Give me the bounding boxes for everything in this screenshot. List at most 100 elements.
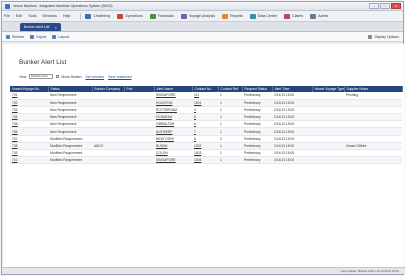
table-cell[interactable]: 1004 <box>192 156 218 165</box>
table-cell <box>92 135 124 143</box>
table-cell: New Requirement <box>48 92 92 100</box>
table-cell[interactable]: HOUSTON <box>154 99 192 107</box>
menu-help[interactable]: Help <box>63 14 70 18</box>
module-financials[interactable]: Financials <box>149 13 174 19</box>
close-tab-icon[interactable]: × <box>54 25 56 30</box>
table-cell: 1 <box>218 99 242 107</box>
menu-tools[interactable]: Tools <box>28 14 36 18</box>
table-cell: 1 <box>218 127 242 136</box>
table-cell[interactable]: 708 <box>10 142 48 151</box>
table-cell[interactable]: 710 <box>10 156 48 165</box>
tab-bunker-alert-list[interactable]: Bunker Alert List × <box>20 23 61 31</box>
table-cell: New Requirement <box>48 113 92 122</box>
module-voyage-analysis[interactable]: Voyage Analysis <box>180 13 216 19</box>
table-row[interactable]: 703 New Requirement ROTTERDAM 4 1 Preliminary… <box>10 106 402 115</box>
table-cell[interactable]: 703 <box>10 106 48 115</box>
table-cell: New Requirement <box>48 127 92 136</box>
table-row[interactable]: 701 New Requirement SINGAPORE 111 1 Prelimina… <box>10 92 402 100</box>
table-cell[interactable]: 4 <box>192 106 218 115</box>
table-cell: 2/14/13 15:00 <box>272 92 312 100</box>
layout-button[interactable]: Layout <box>52 34 69 39</box>
module-admin[interactable]: Admin <box>310 13 329 19</box>
module-label: Admin <box>318 14 329 18</box>
table-cell[interactable]: 707 <box>10 135 48 143</box>
module-reports[interactable]: Reports <box>222 13 243 19</box>
refresh-button[interactable]: Refresh <box>6 34 24 39</box>
module-data-center[interactable]: Data Center <box>249 13 277 19</box>
show-hidden-checkbox[interactable] <box>56 75 60 78</box>
table-cell <box>124 120 154 129</box>
table-cell: Preliminary <box>242 142 272 151</box>
table-row[interactable]: 710 Modified Requirement SINGAPORE 1004 1 Pre… <box>10 156 402 165</box>
table-cell[interactable]: 706 <box>10 127 48 136</box>
table-cell: Modified Requirement <box>48 149 92 158</box>
table-cell[interactable]: SINGAPORE <box>154 92 192 100</box>
table-cell <box>124 149 154 158</box>
table-cell: 2/14/13 15:00 <box>272 120 312 129</box>
table-cell[interactable]: COLON <box>154 149 192 158</box>
table-cell[interactable]: 702 <box>10 99 48 107</box>
module-label: Voyage Analysis <box>188 14 216 18</box>
table-cell: Modified Requirement <box>48 135 92 143</box>
table-cell <box>312 156 344 165</box>
table-cell[interactable]: 1001 <box>192 99 218 107</box>
module-chartering[interactable]: Chartering <box>85 13 110 19</box>
table-cell[interactable]: 709 <box>10 149 48 158</box>
set-columns-link[interactable]: Set columns <box>85 75 104 79</box>
view-select[interactable]: Default view <box>29 74 54 79</box>
table-cell[interactable]: GIBRALTAR <box>154 120 192 129</box>
display-options-button[interactable]: Display Options <box>368 34 399 39</box>
menu-file[interactable]: File <box>4 14 10 18</box>
table-cell[interactable]: 7 <box>192 127 218 136</box>
table-cell: ABCO <box>92 142 124 151</box>
save-advanced-link[interactable]: Save advanced <box>108 75 131 79</box>
table-row[interactable]: 706 New Requirement ANTWERP 7 1 Preliminary 2/… <box>10 127 402 136</box>
table-cell[interactable]: ANTWERP <box>154 127 192 136</box>
table-cell[interactable]: 5 <box>192 113 218 122</box>
toolbar: Refresh Export Layout Display Options <box>2 32 403 42</box>
table-cell[interactable]: BUSAN <box>154 142 192 151</box>
table-row[interactable]: 708 Modified Requirement ABCO BUSAN 1002 1 Pre… <box>10 142 402 151</box>
table-cell: Preliminary <box>242 92 272 100</box>
table-cell[interactable]: 701 <box>10 92 48 100</box>
chartering-icon <box>85 13 92 19</box>
module-label: Claims <box>292 14 304 18</box>
table-cell: Modified Requirement <box>48 142 92 151</box>
maximize-icon[interactable]: □ <box>380 3 390 9</box>
table-cell: 2/14/13 15:00 <box>272 142 312 151</box>
table-cell: 2/14/13 15:00 <box>272 106 312 115</box>
module-label: Reports <box>230 14 243 18</box>
table-cell: Modified Requirement <box>48 156 92 165</box>
table-row[interactable]: 705 New Requirement GIBRALTAR 6 1 Preliminary… <box>10 120 402 129</box>
data-center-icon <box>249 13 256 19</box>
menu-edit[interactable]: Edit <box>16 14 22 18</box>
table-cell <box>344 99 402 107</box>
table-row[interactable]: 704 New Requirement FUJAIRAH 5 1 Preliminary 2… <box>10 113 402 122</box>
status-bar: Last update: Bunker Alert List 2/14/13 1… <box>2 267 405 274</box>
table-cell[interactable]: 6 <box>192 120 218 129</box>
menu-windows[interactable]: Windows <box>42 14 57 18</box>
table-cell[interactable]: 704 <box>10 113 48 122</box>
table-cell[interactable]: 111 <box>192 92 218 100</box>
module-operations[interactable]: Operations <box>117 13 143 19</box>
view-label: View <box>19 74 27 79</box>
table-cell[interactable]: NEW YORK <box>154 135 192 143</box>
table-cell[interactable]: SINGAPORE <box>154 156 192 165</box>
close-icon[interactable]: × <box>391 3 401 9</box>
table-row[interactable]: 707 Modified Requirement NEW YORK 8 1 Prelimi… <box>10 135 402 143</box>
table-cell[interactable]: 1003 <box>192 149 218 158</box>
table-row[interactable]: 702 New Requirement HOUSTON 1001 1 Preliminar… <box>10 99 402 107</box>
table-cell <box>344 120 402 129</box>
table-cell <box>312 106 344 115</box>
table-row[interactable]: 709 Modified Requirement COLON 1003 1 Prelimi… <box>10 149 402 158</box>
table-cell[interactable]: FUJAIRAH <box>154 113 192 122</box>
table-cell[interactable]: 705 <box>10 120 48 129</box>
minimize-icon[interactable]: – <box>369 3 379 9</box>
module-claims[interactable]: Claims <box>284 13 304 19</box>
export-button[interactable]: Export <box>30 34 46 39</box>
claims-icon <box>284 13 291 19</box>
table-cell[interactable]: ROTTERDAM <box>154 106 192 115</box>
voyage-icon <box>180 13 187 19</box>
table-cell[interactable]: 1002 <box>192 142 218 151</box>
table-cell[interactable]: 8 <box>192 135 218 143</box>
